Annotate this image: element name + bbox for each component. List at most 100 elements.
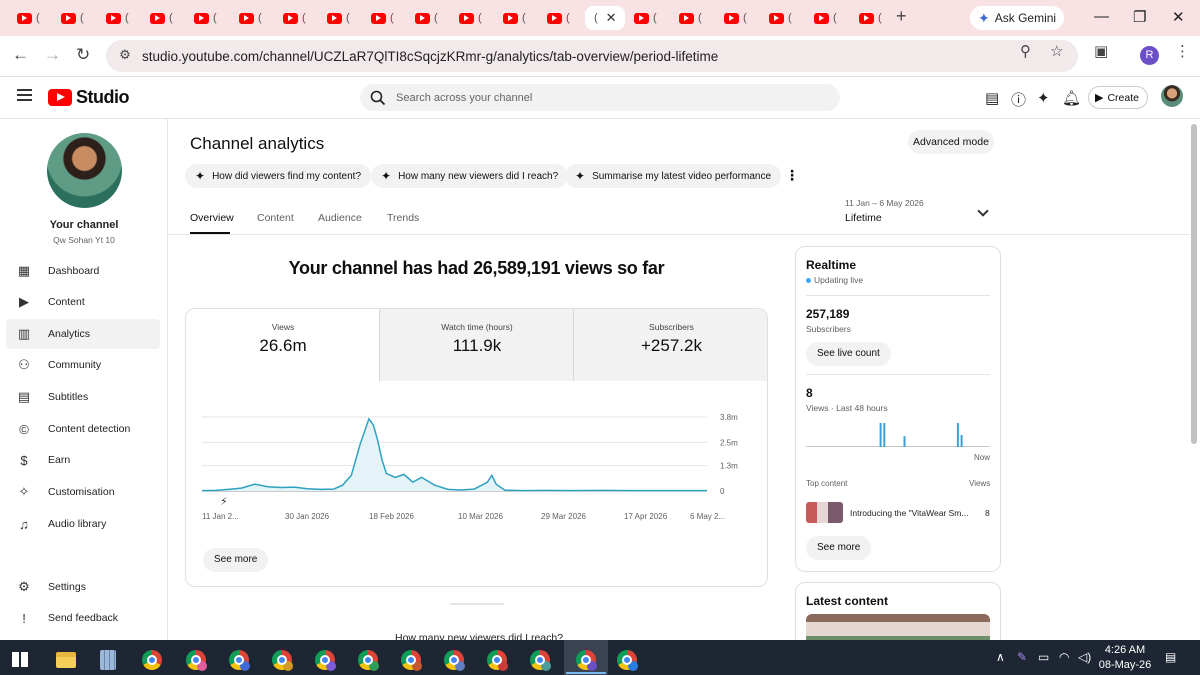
video-thumbnail[interactable] bbox=[806, 502, 843, 523]
windows-start-icon[interactable] bbox=[12, 652, 28, 668]
browser-tab[interactable]: ( bbox=[97, 6, 139, 30]
tab-audience[interactable]: Audience bbox=[318, 212, 362, 224]
metric-subscribers[interactable]: Subscribers +257.2k bbox=[574, 309, 767, 381]
notifications-icon[interactable]: 🔔︎ bbox=[1062, 89, 1081, 107]
studio-logo[interactable]: Studio bbox=[48, 87, 130, 108]
browser-tab[interactable]: ( bbox=[760, 6, 802, 30]
help-icon[interactable]: ⓘ bbox=[1011, 89, 1026, 110]
browser-tab[interactable]: ( bbox=[8, 6, 50, 30]
browser-tab[interactable]: ( bbox=[670, 6, 712, 30]
browser-tab[interactable]: ( bbox=[185, 6, 227, 30]
chrome-profile-icon[interactable] bbox=[186, 650, 207, 671]
sidebar-item-subtitles[interactable]: ▤ Subtitles bbox=[6, 382, 160, 412]
account-avatar[interactable] bbox=[1161, 85, 1183, 107]
chrome-profile-icon[interactable] bbox=[401, 650, 422, 671]
url-text[interactable]: studio.youtube.com/channel/UCZLaR7QlTI8c… bbox=[142, 49, 718, 64]
realtime-bar[interactable] bbox=[960, 435, 963, 447]
ai-prompt-chip-1[interactable]: ✦ How did viewers find my content? bbox=[185, 164, 372, 188]
browser-tab[interactable]: ( bbox=[450, 6, 492, 30]
chrome-profile-icon[interactable] bbox=[229, 650, 250, 671]
search-input[interactable] bbox=[396, 91, 796, 104]
metric-views[interactable]: Views 26.6m bbox=[186, 309, 380, 381]
views-chart[interactable]: 0 1.3m 2.5m 3.8m 11 Jan 2... 30 Jan 2026 18 Fe… bbox=[186, 405, 768, 535]
realtime-bar[interactable] bbox=[956, 423, 959, 447]
channel-avatar[interactable] bbox=[47, 133, 122, 208]
browser-tab[interactable]: ( bbox=[230, 6, 272, 30]
page-scrollbar[interactable] bbox=[1191, 124, 1197, 444]
chrome-profile-icon[interactable] bbox=[487, 650, 508, 671]
close-window-icon[interactable]: ✕ bbox=[1172, 8, 1185, 26]
realtime-see-more-button[interactable]: See more bbox=[806, 536, 872, 560]
chrome-icon[interactable] bbox=[142, 650, 162, 670]
tab-trends[interactable]: Trends bbox=[387, 212, 419, 224]
sidebar-item-analytics[interactable]: ▥ Analytics bbox=[6, 319, 160, 349]
chrome-profile-icon[interactable] bbox=[617, 650, 638, 671]
forward-icon[interactable]: → bbox=[44, 45, 61, 65]
chrome-profile-icon[interactable] bbox=[315, 650, 336, 671]
ai-sparkle-icon[interactable]: ✦ bbox=[1037, 89, 1050, 107]
chrome-profile-icon[interactable] bbox=[576, 650, 597, 671]
realtime-bar[interactable] bbox=[883, 423, 886, 447]
sidebar-item-audio-library[interactable]: ♫ Audio library bbox=[6, 509, 160, 539]
ai-prompt-chip-3[interactable]: ✦ Summarise my latest video performance bbox=[565, 164, 782, 188]
browser-tab[interactable]: ( bbox=[494, 6, 536, 30]
browser-tab[interactable]: ( bbox=[805, 6, 847, 30]
tab-content[interactable]: Content bbox=[257, 212, 294, 224]
battery-icon[interactable]: ▭ bbox=[1038, 650, 1049, 664]
chevron-down-icon[interactable] bbox=[977, 205, 989, 217]
sidebar-item-community[interactable]: ⚇ Community bbox=[6, 350, 160, 380]
browser-tab[interactable]: ( bbox=[318, 6, 360, 30]
realtime-bar[interactable] bbox=[903, 436, 906, 447]
create-button[interactable]: ▶ Create bbox=[1088, 86, 1148, 109]
notification-center-icon[interactable]: ▤ bbox=[1165, 650, 1176, 664]
browser-tab[interactable]: ( bbox=[406, 6, 448, 30]
realtime-views-chart[interactable] bbox=[806, 417, 990, 447]
metric-watch-time[interactable]: Watch time (hours) 111.9k bbox=[380, 309, 574, 381]
chrome-profile-icon[interactable] bbox=[272, 650, 293, 671]
see-live-count-button[interactable]: See live count bbox=[806, 342, 891, 366]
bookmark-star-icon[interactable]: ☆ bbox=[1050, 42, 1063, 60]
site-info-icon[interactable]: ⚙ bbox=[116, 47, 134, 65]
sidebar-item-send-feedback[interactable]: ! Send feedback bbox=[6, 603, 160, 633]
chrome-profile-icon[interactable] bbox=[444, 650, 465, 671]
advanced-mode-button[interactable]: Advanced mode bbox=[908, 130, 994, 154]
sidebar-item-dashboard[interactable]: ▦ Dashboard bbox=[6, 256, 160, 286]
wifi-icon[interactable]: ◠ bbox=[1059, 650, 1069, 664]
browser-tab[interactable]: ( bbox=[715, 6, 757, 30]
zoom-icon[interactable]: ⚲ bbox=[1020, 42, 1031, 60]
omnibox[interactable]: ⚙ studio.youtube.com/channel/UCZLaR7QlTI… bbox=[106, 40, 1078, 72]
ai-prompt-chip-2[interactable]: ✦ How many new viewers did I reach? bbox=[371, 164, 569, 188]
browser-menu-icon[interactable]: ⋮ bbox=[1175, 42, 1190, 60]
volume-icon[interactable]: ◁) bbox=[1078, 650, 1091, 664]
browser-tab[interactable]: (✕ bbox=[585, 6, 625, 30]
ask-gemini-button[interactable]: ✦ Ask Gemini bbox=[970, 6, 1064, 30]
file-explorer-icon[interactable] bbox=[56, 652, 76, 668]
new-tab-button[interactable]: + bbox=[896, 6, 907, 27]
realtime-bar[interactable] bbox=[879, 423, 882, 447]
chrome-profile-icon[interactable] bbox=[530, 650, 551, 671]
tab-overview[interactable]: Overview bbox=[190, 212, 234, 224]
pen-icon[interactable]: ✎ bbox=[1017, 650, 1027, 664]
browser-tab[interactable]: ( bbox=[625, 6, 667, 30]
sidebar-item-earn[interactable]: $ Earn bbox=[6, 445, 160, 475]
sidebar-item-content[interactable]: ▶ Content bbox=[6, 287, 160, 317]
minimize-icon[interactable]: — bbox=[1094, 8, 1109, 25]
top-video-title[interactable]: Introducing the "VitaWear Sm... bbox=[850, 508, 968, 518]
taskbar-clock[interactable]: 4:26 AM 08-May-26 bbox=[1098, 643, 1152, 673]
sidebar-item-customisation[interactable]: ✧ Customisation bbox=[6, 477, 160, 507]
tab-search-icon[interactable]: ▣ bbox=[1094, 42, 1108, 60]
period-selector[interactable]: 11 Jan – 6 May 2026 Lifetime bbox=[845, 198, 924, 224]
browser-tab[interactable]: ( bbox=[274, 6, 316, 30]
browser-tab[interactable]: ( bbox=[52, 6, 94, 30]
browser-tab[interactable]: ( bbox=[850, 6, 892, 30]
feedback-icon[interactable]: ▤ bbox=[985, 89, 999, 107]
back-icon[interactable]: ← bbox=[12, 45, 29, 65]
restore-icon[interactable]: ❐ bbox=[1133, 8, 1146, 26]
chrome-profile-icon[interactable] bbox=[358, 650, 379, 671]
menu-icon[interactable] bbox=[17, 89, 32, 101]
browser-profile-avatar[interactable]: R bbox=[1140, 46, 1159, 65]
more-options-icon[interactable]: ⋮ bbox=[785, 167, 799, 184]
reload-icon[interactable]: ↻ bbox=[76, 45, 90, 65]
browser-tab[interactable]: ( bbox=[538, 6, 580, 30]
browser-tab[interactable]: ( bbox=[362, 6, 404, 30]
